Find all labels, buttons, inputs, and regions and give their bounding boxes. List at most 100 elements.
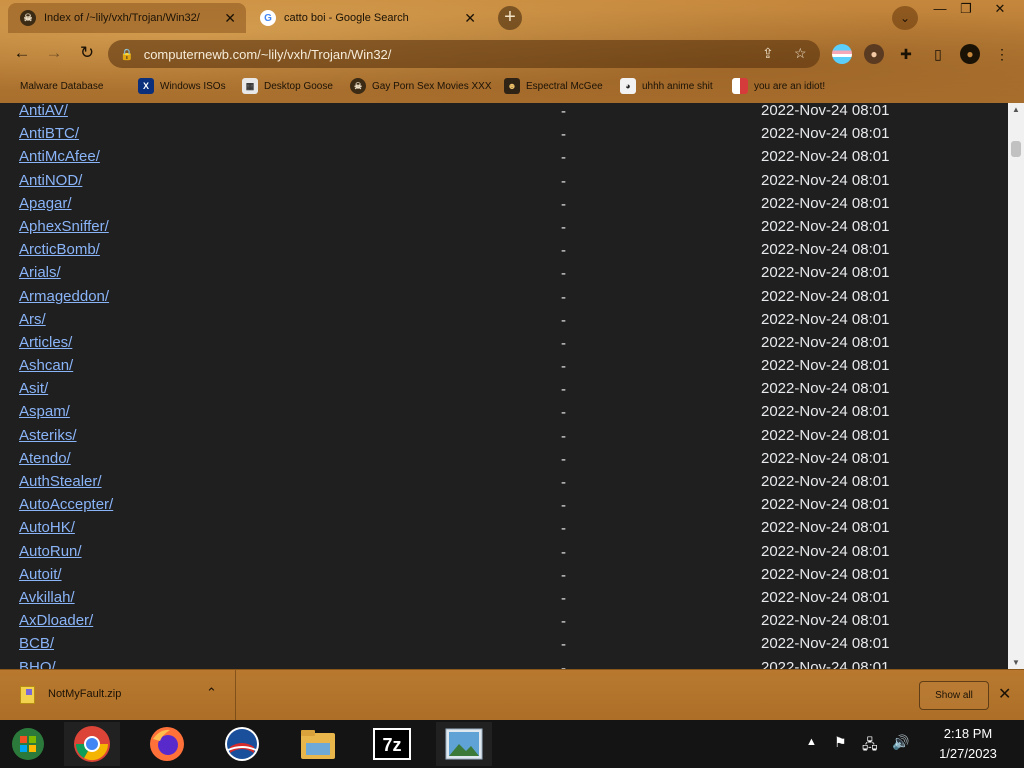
directory-link[interactable]: Avkillah/ [19,589,75,606]
listing-row: Autoit/ - 2022-Nov-24 08:01 [8,564,1000,587]
directory-link[interactable]: Aspam/ [19,403,70,420]
listing-row: Ashcan/ - 2022-Nov-24 08:01 [8,355,1000,378]
bookmark-label: Desktop Goose [264,80,333,92]
start-orb-icon [12,728,44,760]
address-bar[interactable]: 🔒 computernewb.com/~lily/vxh/Trojan/Win3… [108,40,820,68]
taskbar: 7z ▲ ⚑ 🖧 🔊 2:18 PM 1/27/2023 [0,720,1024,768]
taskbar-photo-viewer[interactable] [436,722,492,766]
extensions-puzzle-icon[interactable]: ✚ [896,44,916,64]
tab-directory-index[interactable]: ☠ Index of /~lily/vxh/Trojan/Win32/ ✕ [8,3,246,33]
bookmark-malware-database[interactable]: Malware Database [20,77,103,95]
network-icon[interactable]: 🖧 [862,734,878,758]
directory-link[interactable]: Autoit/ [19,566,62,583]
vertical-scrollbar[interactable]: ▲ ▼ [1008,103,1024,669]
extension-avatar-icon[interactable]: ● [864,44,884,64]
size-cell: - [561,126,566,144]
forward-arrow-icon[interactable]: → [42,41,66,65]
size-cell: - [561,613,566,631]
bookmark-anime[interactable]: ◕ uhhh anime shit [620,77,713,95]
listing-row: AuthStealer/ - 2022-Nov-24 08:01 [8,471,1000,494]
action-center-flag-icon[interactable]: ⚑ [834,734,847,751]
bookmark-espectral-mcgee[interactable]: ☻ Espectral McGee [504,77,603,95]
system-clock[interactable]: 2:18 PM 1/27/2023 [920,724,1016,764]
size-cell: - [561,311,566,329]
share-icon[interactable]: ⇪ [762,45,774,62]
listing-row: ArcticBomb/ - 2022-Nov-24 08:01 [8,239,1000,262]
menu-dots-icon[interactable]: ⋮ [992,44,1012,64]
scroll-up-icon[interactable]: ▲ [1012,105,1020,114]
size-cell: - [561,450,566,468]
close-window-icon[interactable]: ✕ [984,0,1016,18]
size-cell: - [561,566,566,584]
directory-link[interactable]: AntiNOD/ [19,172,82,189]
directory-link[interactable]: AntiMcAfee/ [19,148,100,165]
directory-link[interactable]: ArcticBomb/ [19,241,100,258]
directory-link[interactable]: AutoAccepter/ [19,496,113,513]
tab-google-search[interactable]: G catto boi - Google Search ✕ [248,3,486,33]
directory-link[interactable]: BCB/ [19,635,54,652]
chevron-up-icon[interactable]: ⌃ [206,685,217,701]
size-cell: - [561,474,566,491]
bookmark-label: uhhh anime shit [642,80,713,92]
directory-link[interactable]: Asit/ [19,380,48,397]
directory-link[interactable]: Apagar/ [19,195,72,212]
directory-link[interactable]: AntiBTC/ [19,125,79,142]
restore-window-icon[interactable]: ❐ [950,0,982,18]
tray-expand-icon[interactable]: ▲ [806,736,817,748]
bookmark-desktop-goose[interactable]: ▦ Desktop Goose [242,77,333,95]
bookmark-you-are-an-idiot[interactable]: you are an idiot! [732,77,825,95]
bookmark-windows-isos[interactable]: X Windows ISOs [138,77,226,95]
scroll-down-icon[interactable]: ▼ [1012,658,1020,667]
directory-listing: AntiAV/ - 2022-Nov-24 08:01 AntiBTC/ - 2022-N… [8,103,1000,669]
directory-link[interactable]: Atendo/ [19,450,71,467]
toolbar: ← → ↻ 🔒 computernewb.com/~lily/vxh/Troja… [0,36,1024,70]
url-text[interactable]: computernewb.com/~lily/vxh/Trojan/Win32/ [144,47,392,62]
bookmark-label: Windows ISOs [160,80,226,92]
directory-link[interactable]: AntiAV/ [19,103,68,119]
volume-icon[interactable]: 🔊 [892,734,909,751]
directory-link[interactable]: Ars/ [19,311,46,328]
listing-row: BCB/ - 2022-Nov-24 08:01 [8,633,1000,656]
profile-icon[interactable]: ● [960,44,980,64]
chrome-icon [74,726,110,762]
directory-link[interactable]: AphexSniffer/ [19,218,109,235]
listing-row: Apagar/ - 2022-Nov-24 08:01 [8,193,1000,216]
taskbar-firefox[interactable] [139,722,195,766]
date-cell: 2022-Nov-24 08:01 [761,171,890,189]
directory-link[interactable]: BHO/ [19,659,56,670]
bookmark-label: Malware Database [20,80,104,92]
directory-link[interactable]: Arials/ [19,264,61,281]
date-cell: 2022-Nov-24 08:01 [761,217,890,235]
extension-flag-icon[interactable] [832,44,852,64]
start-button[interactable] [0,722,56,766]
directory-link[interactable]: AutoHK/ [19,519,75,536]
directory-link[interactable]: AxDloader/ [19,612,93,629]
directory-link[interactable]: Articles/ [19,334,72,351]
date-cell: 2022-Nov-24 08:01 [761,380,890,398]
close-tab-icon[interactable]: ✕ [224,10,236,27]
directory-link[interactable]: AuthStealer/ [19,473,102,490]
scrollbar-thumb[interactable] [1011,141,1021,157]
directory-link[interactable]: Armageddon/ [19,288,109,305]
bookmark-star-icon[interactable]: ☆ [794,45,807,62]
show-all-button[interactable]: Show all [919,681,989,710]
directory-link[interactable]: Asteriks/ [19,427,77,444]
close-download-bar-icon[interactable]: ✕ [998,684,1011,704]
back-arrow-icon[interactable]: ← [10,41,34,65]
download-item[interactable]: NotMyFault.zip ⌃ [0,670,236,721]
side-panel-icon[interactable]: ▯ [928,44,948,64]
bookmark-gay-porn[interactable]: ☠ Gay Porn Sex Movies XXX [350,77,492,95]
size-cell: - [561,172,566,190]
directory-link[interactable]: AutoRun/ [19,543,82,560]
tab-strip: ☠ Index of /~lily/vxh/Trojan/Win32/ ✕ G … [0,0,1024,36]
directory-link[interactable]: Ashcan/ [19,357,73,374]
listing-row: AutoAccepter/ - 2022-Nov-24 08:01 [8,494,1000,517]
tab-search-chevron-icon[interactable]: ⌄ [892,6,918,30]
reload-icon[interactable]: ↻ [75,41,99,65]
taskbar-file-explorer[interactable] [290,722,346,766]
taskbar-obama[interactable] [214,722,270,766]
close-tab-icon[interactable]: ✕ [464,10,476,27]
taskbar-7zip[interactable]: 7z [364,722,420,766]
taskbar-chrome[interactable] [64,722,120,766]
new-tab-button[interactable]: + [498,6,522,30]
